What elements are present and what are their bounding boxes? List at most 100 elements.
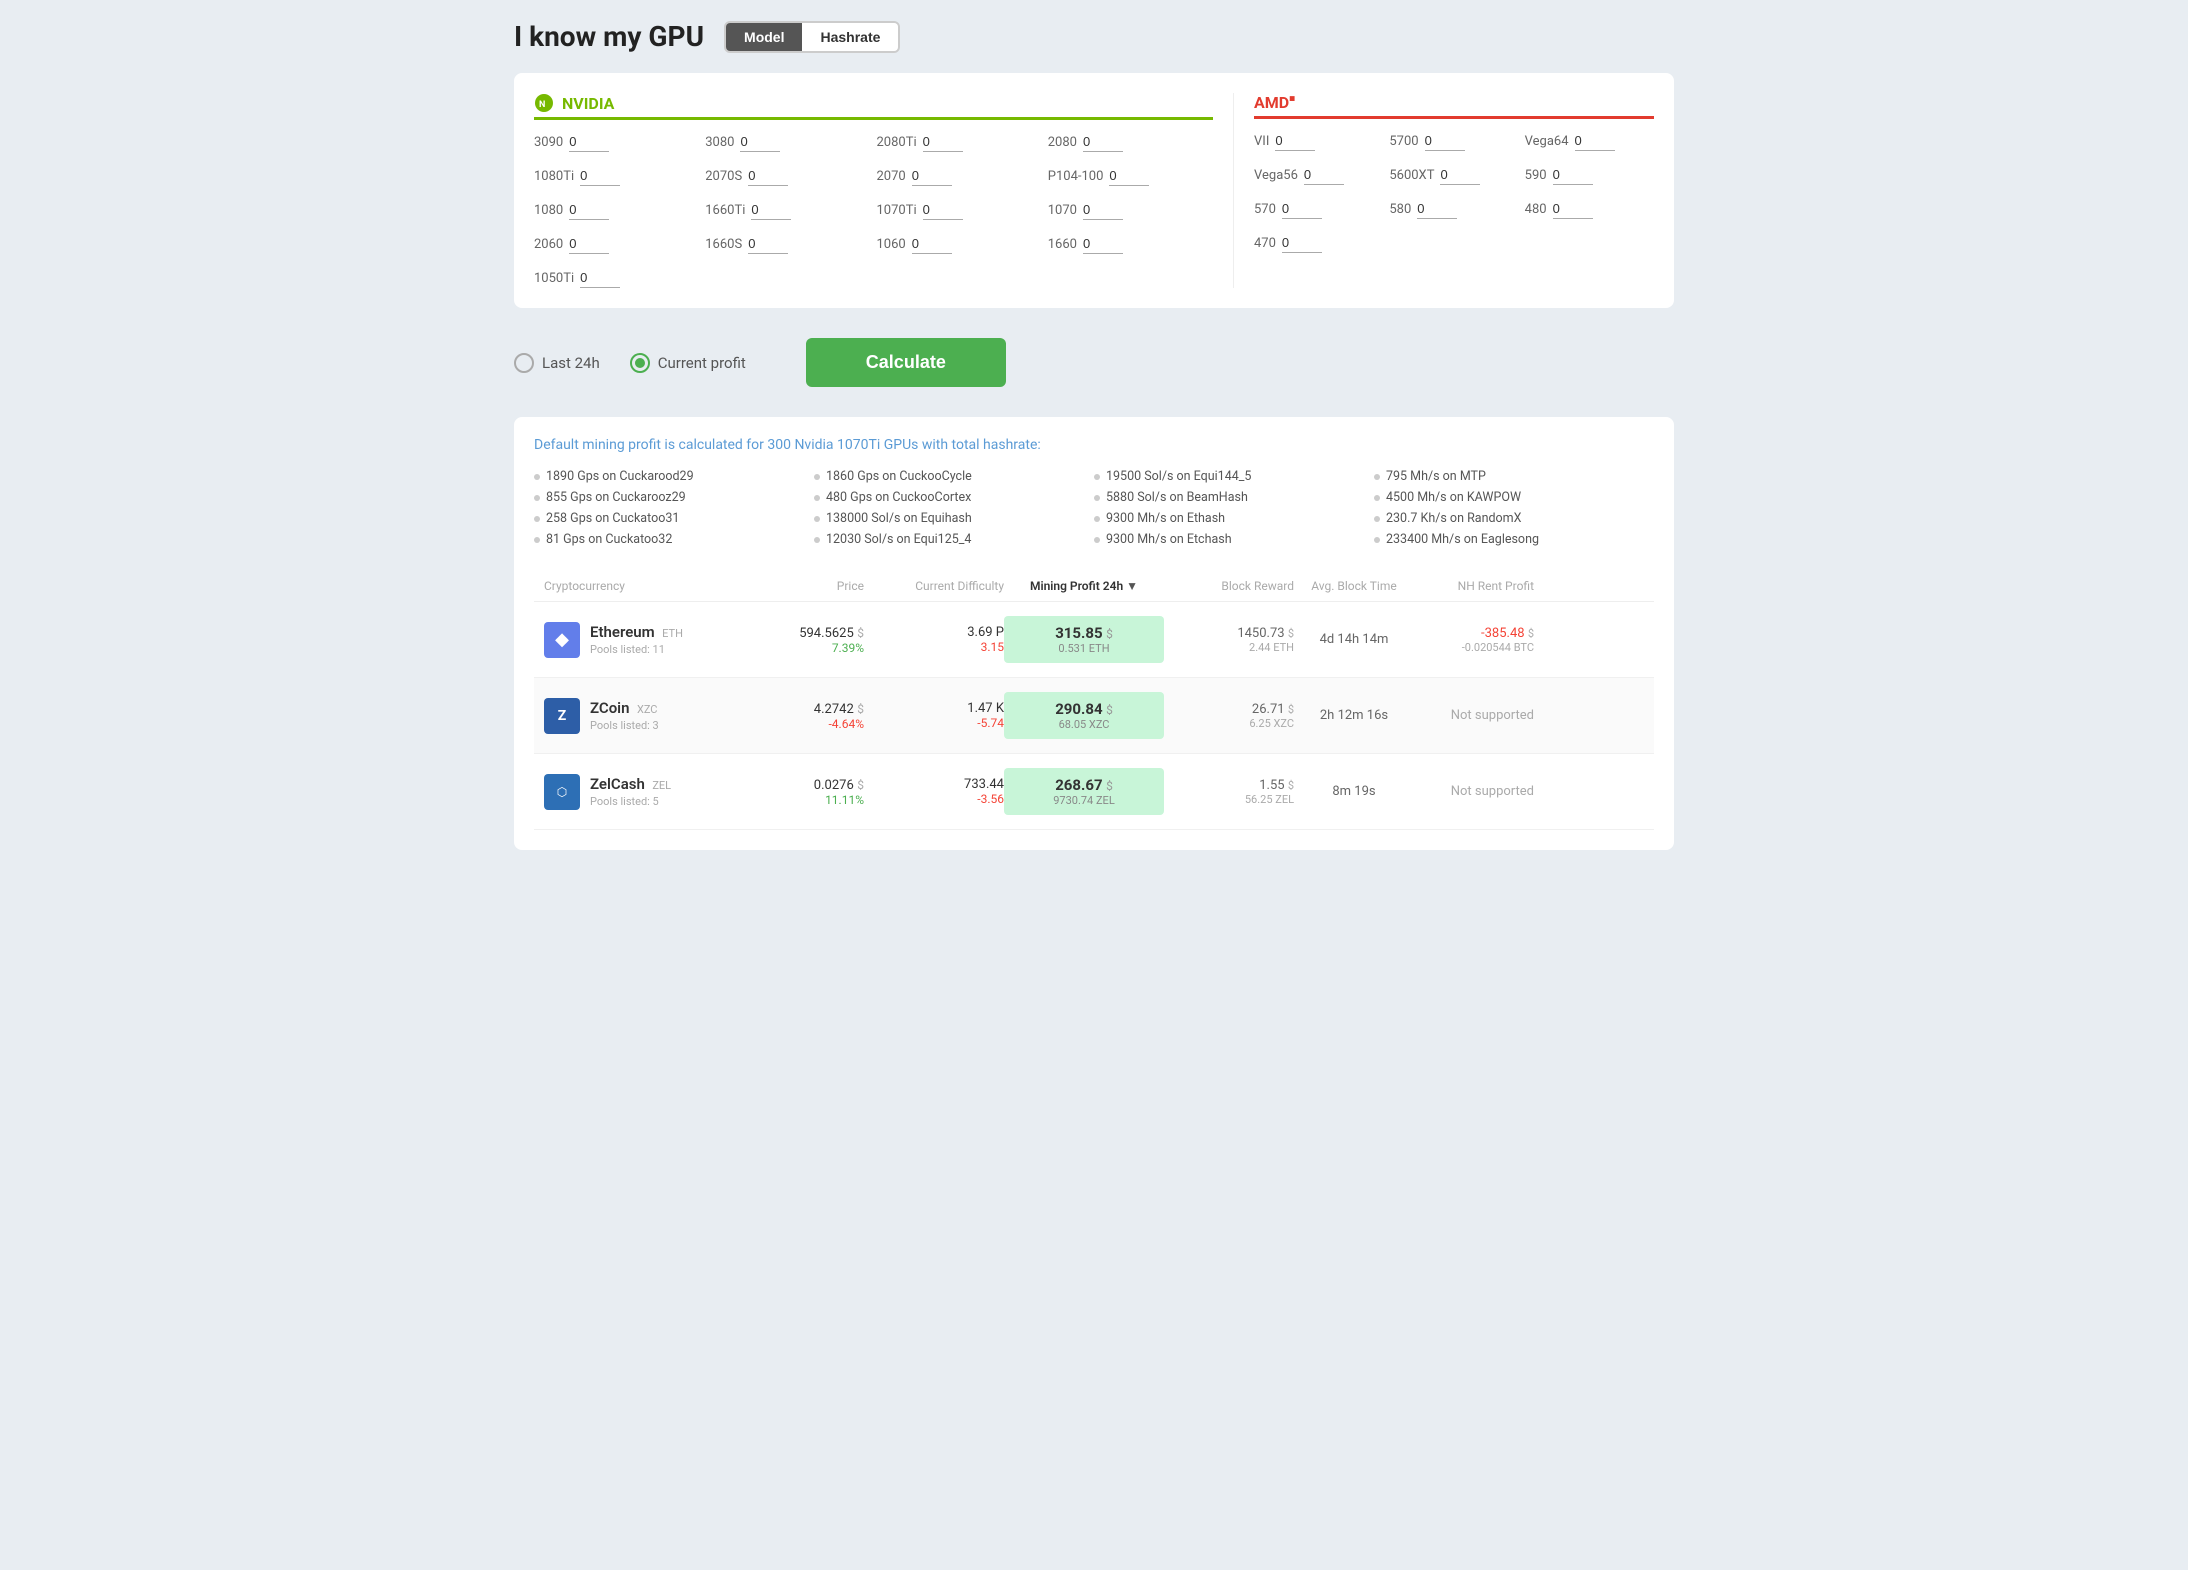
gpu-input[interactable] bbox=[569, 200, 609, 220]
coin-details: ZelCash ZEL Pools listed: 5 bbox=[590, 775, 671, 808]
gpu-input[interactable] bbox=[1083, 200, 1123, 220]
last24h-radio[interactable] bbox=[514, 353, 534, 373]
profit-value: 268.67 bbox=[1055, 776, 1102, 794]
difficulty-change: -3.56 bbox=[864, 792, 1004, 806]
nvidia-gpu-item: 1660Ti bbox=[705, 200, 870, 220]
gpu-input[interactable] bbox=[1440, 165, 1480, 185]
header-difficulty: Current Difficulty bbox=[864, 579, 1004, 593]
gpu-input[interactable] bbox=[1553, 199, 1593, 219]
table-row[interactable]: Z ZCoin XZC Pools listed: 3 4.2742 $ -4.… bbox=[534, 678, 1654, 754]
hashrate-item: 233400 Mh/s on Eaglesong bbox=[1374, 532, 1654, 547]
coin-info: ⬡ ZelCash ZEL Pools listed: 5 bbox=[544, 774, 764, 810]
gpu-input[interactable] bbox=[1553, 165, 1593, 185]
gpu-label: 5600XT bbox=[1389, 168, 1434, 183]
difficulty-value: 1.47 K bbox=[864, 701, 1004, 716]
coin-info: Z ZCoin XZC Pools listed: 3 bbox=[544, 698, 764, 734]
gpu-input[interactable] bbox=[751, 200, 791, 220]
gpu-input[interactable] bbox=[1282, 199, 1322, 219]
hashrate-text: 1860 Gps on CuckooCycle bbox=[826, 469, 972, 484]
gpu-input[interactable] bbox=[912, 166, 952, 186]
nvidia-gpu-item: 1070Ti bbox=[877, 200, 1042, 220]
hashrate-toggle-btn[interactable]: Hashrate bbox=[802, 23, 898, 51]
model-toggle-btn[interactable]: Model bbox=[726, 23, 802, 51]
profit-col: 290.84 $ 68.05 XZC bbox=[1004, 692, 1164, 739]
block-reward-sub: 2.44 ETH bbox=[1164, 641, 1294, 654]
gpu-input[interactable] bbox=[1275, 131, 1315, 151]
svg-text:N: N bbox=[539, 100, 545, 110]
difficulty-col: 3.69 P 3.15 bbox=[864, 625, 1004, 654]
nvidia-gpu-item: 2070S bbox=[705, 166, 870, 186]
gpu-input[interactable] bbox=[1083, 234, 1123, 254]
profit-sub: 0.531 ETH bbox=[1012, 642, 1156, 655]
gpu-input[interactable] bbox=[923, 132, 963, 152]
hashrate-bullet bbox=[1094, 516, 1100, 522]
coin-pools: Pools listed: 11 bbox=[590, 643, 683, 656]
gpu-input[interactable] bbox=[569, 234, 609, 254]
gpu-input[interactable] bbox=[1575, 131, 1615, 151]
zel-icon: ⬡ bbox=[544, 774, 580, 810]
profit-value: 290.84 bbox=[1055, 700, 1102, 718]
gpu-input[interactable] bbox=[580, 268, 620, 288]
hashrate-bullet bbox=[534, 474, 540, 480]
nh-profit-value: Not supported bbox=[1414, 708, 1534, 723]
page-header: I know my GPU Model Hashrate bbox=[514, 20, 1674, 53]
gpu-input[interactable] bbox=[569, 132, 609, 152]
nvidia-gpu-item: 1070 bbox=[1048, 200, 1213, 220]
gpu-input[interactable] bbox=[1304, 165, 1344, 185]
nvidia-gpu-item: 1050Ti bbox=[534, 268, 699, 288]
gpu-input[interactable] bbox=[740, 132, 780, 152]
nvidia-gpu-item: 1660 bbox=[1048, 234, 1213, 254]
gpu-label: 1660Ti bbox=[705, 203, 745, 218]
nh-profit-value: Not supported bbox=[1414, 784, 1534, 799]
last24h-option[interactable]: Last 24h bbox=[514, 353, 600, 373]
block-time-col: 4d 14h 14m bbox=[1294, 632, 1414, 647]
header-nh-profit: NH Rent Profit bbox=[1414, 579, 1534, 593]
profit-dollar: $ bbox=[1106, 703, 1113, 717]
sort-arrow-icon: ▼ bbox=[1126, 579, 1138, 593]
table-row[interactable]: ⬡ ZelCash ZEL Pools listed: 5 0.0276 $ 1… bbox=[534, 754, 1654, 830]
gpu-label: 1660S bbox=[705, 237, 742, 252]
gpu-label: Vega56 bbox=[1254, 168, 1298, 183]
calculate-button[interactable]: Calculate bbox=[806, 338, 1006, 387]
gpu-label: 590 bbox=[1525, 168, 1547, 183]
last24h-label: Last 24h bbox=[542, 354, 600, 372]
mode-toggle[interactable]: Model Hashrate bbox=[724, 21, 900, 53]
gpu-label: 1080 bbox=[534, 203, 563, 218]
block-time-col: 8m 19s bbox=[1294, 784, 1414, 799]
nvidia-gpu-item: 1080 bbox=[534, 200, 699, 220]
hashrate-bullet bbox=[814, 495, 820, 501]
gpu-input[interactable] bbox=[912, 234, 952, 254]
gpu-input[interactable] bbox=[1417, 199, 1457, 219]
radio-dot bbox=[635, 358, 645, 368]
price-col: 594.5625 $ 7.39% bbox=[764, 625, 864, 655]
profit-value: 315.85 bbox=[1055, 624, 1102, 642]
gpu-input[interactable] bbox=[580, 166, 620, 186]
page-title: I know my GPU bbox=[514, 20, 704, 53]
gpu-input[interactable] bbox=[748, 234, 788, 254]
difficulty-change: -5.74 bbox=[864, 716, 1004, 730]
profit-sub: 68.05 XZC bbox=[1012, 718, 1156, 731]
hashrate-bullet bbox=[1374, 516, 1380, 522]
amd-gpu-item: 580 bbox=[1389, 199, 1518, 219]
amd-header: AMD■ bbox=[1254, 93, 1654, 119]
gpu-label: 2080 bbox=[1048, 135, 1077, 150]
hashrate-text: 1890 Gps on Cuckarood29 bbox=[546, 469, 694, 484]
hashrate-bullet bbox=[814, 474, 820, 480]
gpu-input[interactable] bbox=[923, 200, 963, 220]
coin-details: Ethereum ETH Pools listed: 11 bbox=[590, 623, 683, 656]
header-cryptocurrency: Cryptocurrency bbox=[544, 579, 764, 593]
hashrate-text: 855 Gps on Cuckarooz29 bbox=[546, 490, 686, 505]
table-row[interactable]: ◆ Ethereum ETH Pools listed: 11 594.5625… bbox=[534, 602, 1654, 678]
gpu-input[interactable] bbox=[1282, 233, 1322, 253]
hashrate-item: 19500 Sol/s on Equi144_5 bbox=[1094, 469, 1374, 484]
gpu-input[interactable] bbox=[1083, 132, 1123, 152]
coin-pools: Pools listed: 3 bbox=[590, 719, 659, 732]
gpu-input[interactable] bbox=[1425, 131, 1465, 151]
table-body: ◆ Ethereum ETH Pools listed: 11 594.5625… bbox=[534, 602, 1654, 830]
gpu-input[interactable] bbox=[748, 166, 788, 186]
coin-ticker: XZC bbox=[637, 703, 658, 716]
gpu-input[interactable] bbox=[1109, 166, 1149, 186]
nvidia-brand-label: NVIDIA bbox=[562, 94, 614, 113]
current-profit-radio[interactable] bbox=[630, 353, 650, 373]
current-profit-option[interactable]: Current profit bbox=[630, 353, 746, 373]
